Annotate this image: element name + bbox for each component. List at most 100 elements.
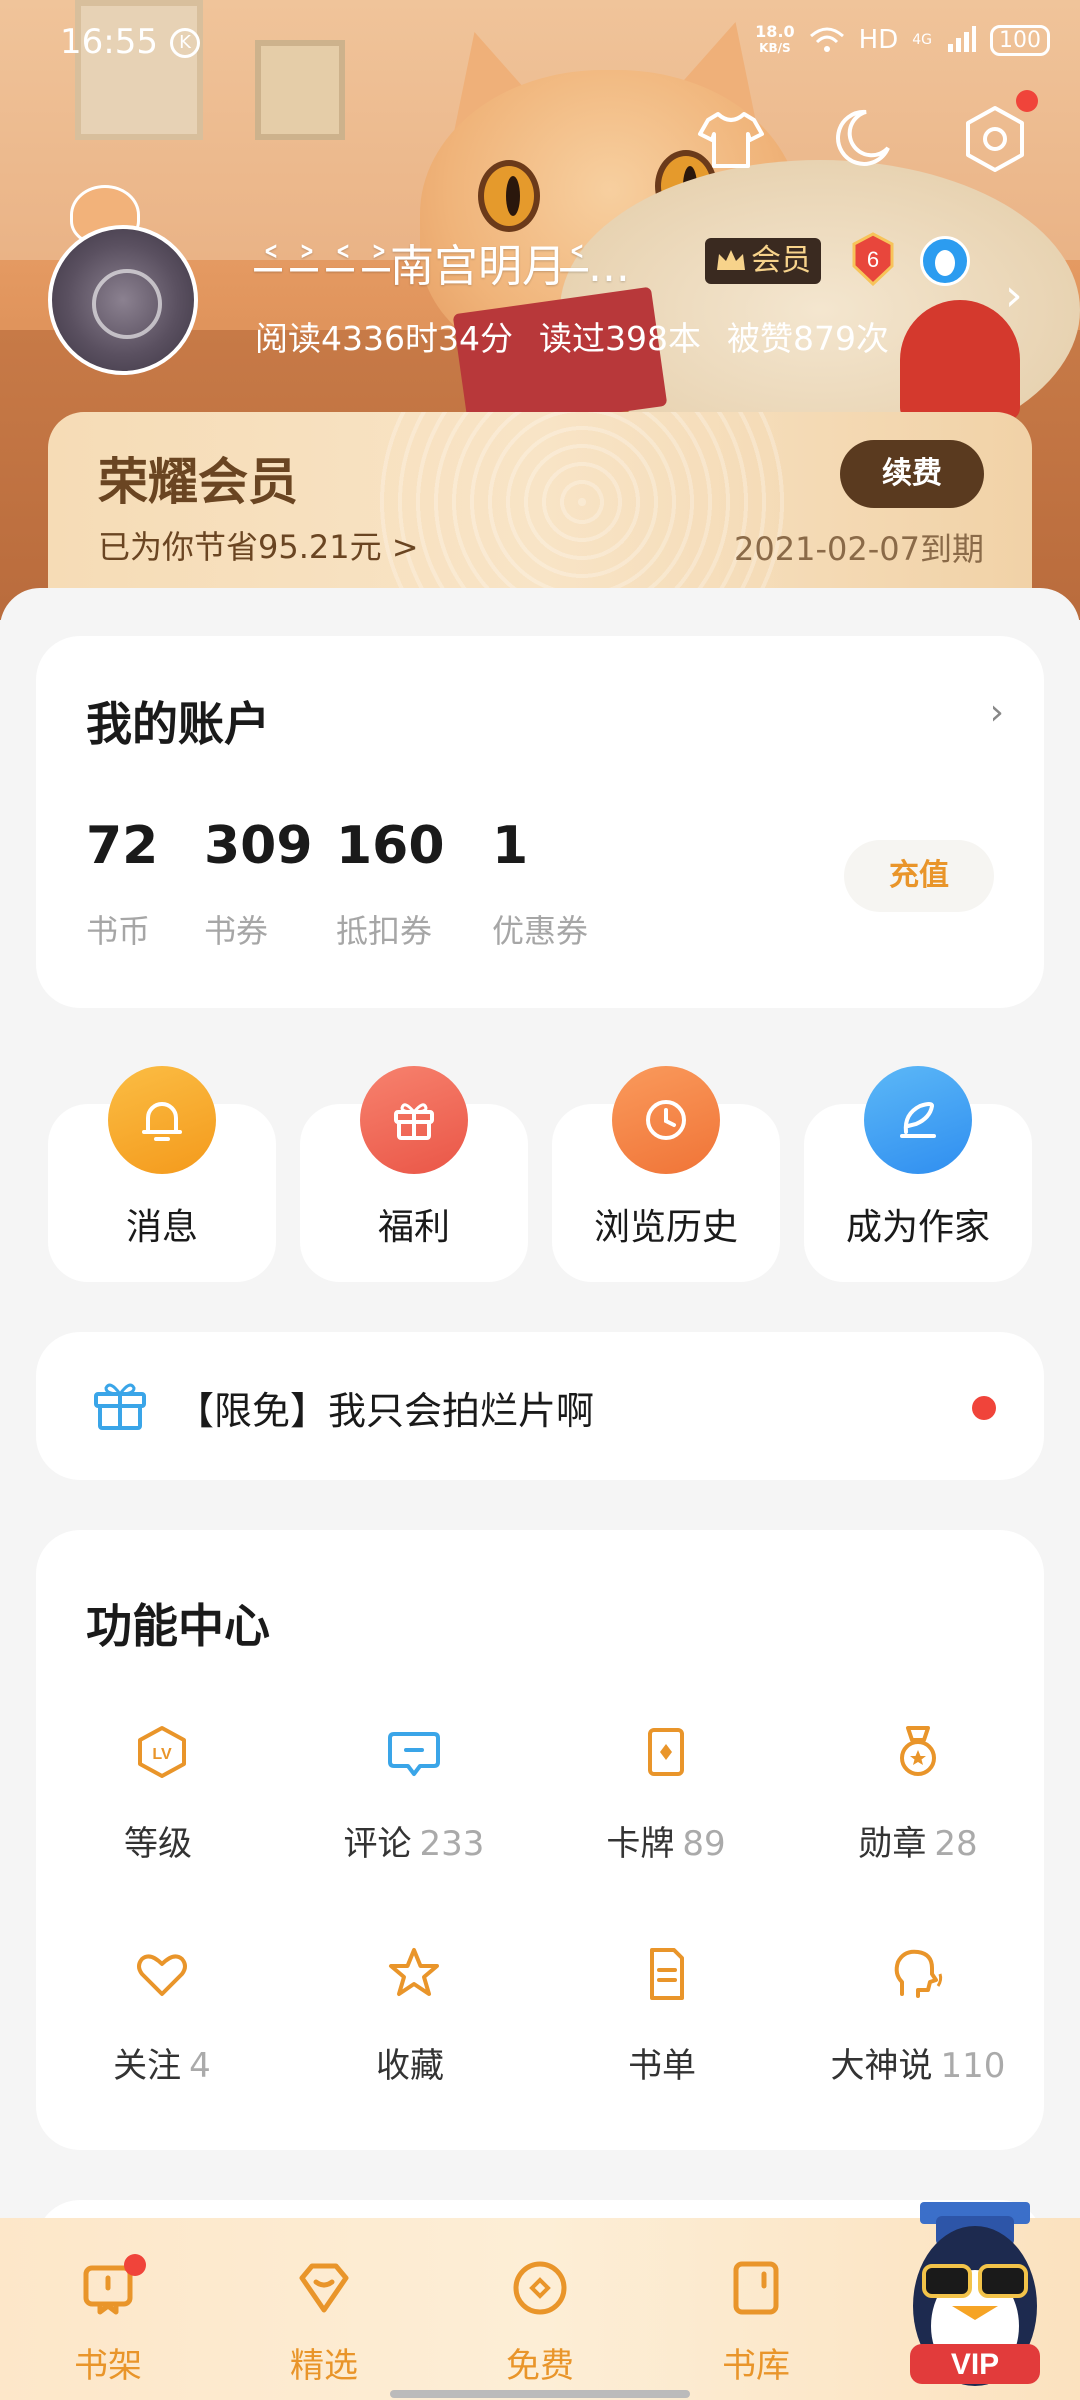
library-icon bbox=[733, 2261, 779, 2315]
home-indicator[interactable] bbox=[390, 2390, 690, 2398]
level-badge-icon[interactable]: 6 bbox=[850, 232, 896, 286]
nav-label-free: 免费 bbox=[506, 2346, 574, 2386]
function-master-talk[interactable]: 大神说 110 bbox=[792, 1944, 1044, 2087]
username[interactable]: ˂̶ ˃̶ ˂̶ ˃̶南宫明月˂̶... bbox=[260, 230, 630, 294]
quick-entry-label-history: 浏览历史 bbox=[593, 1207, 738, 1248]
level-badge-number: 6 bbox=[867, 247, 879, 272]
function-medals[interactable]: 勋章 28 bbox=[792, 1722, 1044, 1865]
network-speed: 18.0 KB/S bbox=[755, 24, 794, 56]
function-center-card: 功能中心 LV 等级 评论 233 卡牌 89 勋章 28 关注 4 收藏 书单… bbox=[36, 1530, 1044, 2150]
talk-icon bbox=[894, 1949, 943, 1998]
function-comments-label: 评论 233 bbox=[343, 1824, 485, 1864]
deduction-coupons-value[interactable]: 160 bbox=[336, 816, 445, 876]
quick-entry-label-become-writer: 成为作家 bbox=[845, 1207, 990, 1248]
clock-icon[interactable] bbox=[612, 1066, 720, 1174]
vip-title: 荣耀会员 bbox=[98, 453, 298, 511]
pen-glyph bbox=[900, 1102, 936, 1138]
function-cards-label: 卡牌 89 bbox=[606, 1824, 726, 1864]
function-level[interactable]: LV 等级 bbox=[36, 1722, 288, 1865]
function-cards[interactable]: 卡牌 89 bbox=[540, 1722, 792, 1865]
quick-entry-label-messages: 消息 bbox=[125, 1207, 198, 1248]
discount-coupons-value[interactable]: 1 bbox=[492, 816, 528, 876]
renew-button[interactable]: 续费 bbox=[840, 440, 984, 508]
dress-up-shirt-icon[interactable] bbox=[696, 104, 766, 174]
settings-gear-icon[interactable] bbox=[960, 104, 1030, 174]
nav-tab-bookshelf[interactable]: 书架 bbox=[0, 2218, 216, 2400]
qq-badge-icon[interactable] bbox=[920, 236, 970, 286]
nav-tab-free[interactable]: 免费 bbox=[432, 2218, 648, 2400]
penguin-icon bbox=[935, 250, 955, 276]
battery-indicator: 100 bbox=[990, 24, 1050, 56]
cat-eye-left bbox=[478, 160, 540, 232]
nav-label-library: 书库 bbox=[722, 2346, 790, 2386]
settings-notification-dot bbox=[1016, 90, 1038, 112]
wifi-icon bbox=[809, 27, 844, 52]
vip-card-decoration bbox=[372, 412, 792, 612]
book-coins-value[interactable]: 72 bbox=[86, 816, 158, 876]
book-vouchers-label: 书券 bbox=[204, 912, 269, 950]
function-favorites[interactable]: 收藏 bbox=[288, 1944, 540, 2087]
function-booklist[interactable]: 书单 bbox=[540, 1944, 792, 2087]
pen-icon[interactable] bbox=[864, 1066, 972, 1174]
account-card[interactable]: 我的账户 › 72 书币 309 书券 160 抵扣券 1 优惠券 充值 bbox=[36, 636, 1044, 1008]
function-center-title: 功能中心 bbox=[86, 1599, 270, 1653]
network-speed-value: 18.0 bbox=[755, 22, 795, 41]
card-icon bbox=[648, 1728, 684, 1776]
promo-notification-dot bbox=[972, 1396, 996, 1420]
account-chevron-right-icon[interactable]: › bbox=[990, 692, 1004, 733]
svg-text:LV: LV bbox=[152, 1746, 172, 1763]
level-icon: LV bbox=[138, 1726, 186, 1778]
bell-icon[interactable] bbox=[108, 1066, 216, 1174]
likes-stat: 被赞879次 bbox=[726, 319, 889, 358]
book-coins-label: 书币 bbox=[86, 912, 151, 950]
heart-icon bbox=[137, 1954, 187, 1996]
reading-stats: 阅读4336时34分 读过398本 被赞879次 bbox=[255, 312, 889, 360]
vip-mascot-penguin[interactable]: VIP bbox=[900, 2196, 1050, 2400]
clock-glyph bbox=[646, 1100, 686, 1140]
comment-icon bbox=[388, 1732, 440, 1776]
status-indicators: 18.0 KB/S HD 4G 100 bbox=[755, 24, 1050, 56]
free-icon bbox=[513, 2261, 567, 2315]
k-badge-icon: K bbox=[170, 28, 200, 58]
girl-figure-illustration bbox=[900, 300, 1020, 420]
crown-icon bbox=[717, 250, 745, 270]
discount-coupons-label: 优惠券 bbox=[492, 912, 589, 950]
nav-tab-featured[interactable]: 精选 bbox=[216, 2218, 432, 2400]
booklist-icon bbox=[650, 1948, 684, 2000]
free-book-promo-banner[interactable]: 【限免】我只会拍烂片啊 bbox=[36, 1332, 1044, 1480]
vip-savings-link[interactable]: 已为你节省95.21元 > bbox=[98, 522, 419, 568]
function-medals-label: 勋章 28 bbox=[858, 1824, 978, 1864]
featured-icon bbox=[299, 2263, 349, 2313]
function-master-talk-label: 大神说 110 bbox=[830, 2046, 1006, 2086]
network-speed-unit: KB/S bbox=[759, 41, 791, 55]
deduction-coupons-label: 抵扣券 bbox=[336, 912, 433, 950]
nav-label-bookshelf: 书架 bbox=[74, 2346, 142, 2386]
night-mode-moon-icon[interactable] bbox=[826, 104, 896, 174]
function-favorites-label: 收藏 bbox=[376, 2046, 444, 2086]
gift-glyph bbox=[394, 1103, 434, 1140]
function-level-label: 等级 bbox=[124, 1824, 192, 1864]
book-vouchers-value[interactable]: 309 bbox=[204, 816, 313, 876]
vip-member-badge[interactable]: 会员 bbox=[705, 238, 821, 284]
books-read-stat: 读过398本 bbox=[538, 319, 701, 358]
status-time: 16:55 bbox=[60, 22, 158, 62]
avatar[interactable] bbox=[48, 225, 198, 375]
network-type: 4G bbox=[912, 32, 932, 48]
gift-outline-icon bbox=[94, 1383, 146, 1430]
promo-text: 【限免】我只会拍烂片啊 bbox=[176, 1389, 595, 1433]
vip-membership-card[interactable]: 荣耀会员 已为你节省95.21元 > 续费 2021-02-07到期 bbox=[48, 412, 1032, 612]
profile-chevron-right-icon[interactable]: › bbox=[1005, 270, 1023, 321]
function-comments[interactable]: 评论 233 bbox=[288, 1722, 540, 1865]
mascot-vip-label: VIP bbox=[951, 2348, 999, 2381]
gift-icon[interactable] bbox=[360, 1066, 468, 1174]
recharge-button[interactable]: 充值 bbox=[844, 840, 994, 912]
vip-expiry-date: 2021-02-07到期 bbox=[734, 530, 984, 568]
account-title: 我的账户 bbox=[86, 697, 270, 751]
quick-entry-label-welfare: 福利 bbox=[377, 1207, 450, 1248]
hd-indicator: HD bbox=[858, 25, 899, 55]
bookshelf-notification-dot bbox=[124, 2254, 146, 2276]
nav-tab-library[interactable]: 书库 bbox=[648, 2218, 864, 2400]
signal-icon bbox=[948, 26, 976, 52]
star-icon bbox=[389, 1948, 439, 1996]
function-following[interactable]: 关注 4 bbox=[36, 1944, 288, 2087]
